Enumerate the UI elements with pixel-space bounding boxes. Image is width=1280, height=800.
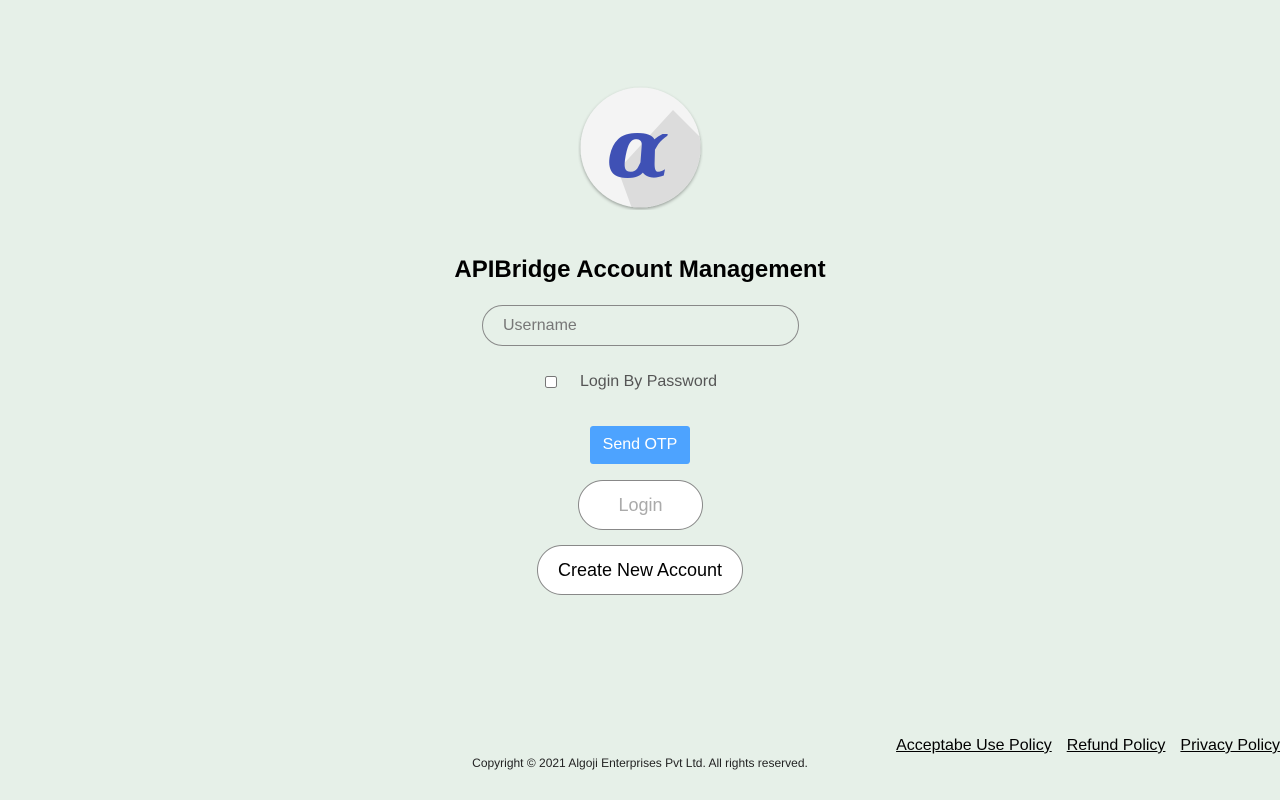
login-by-password-row: Login By Password (545, 371, 717, 393)
login-page: α APIBridge Account Management Login By … (0, 0, 1280, 800)
send-otp-button[interactable]: Send OTP (590, 426, 690, 464)
create-account-button[interactable]: Create New Account (537, 545, 743, 595)
refund-policy-link[interactable]: Refund Policy (1067, 737, 1166, 755)
login-button[interactable]: Login (578, 480, 703, 530)
page-title: APIBridge Account Management (454, 256, 826, 283)
svg-text:α: α (606, 101, 669, 197)
acceptable-use-policy-link[interactable]: Acceptabe Use Policy (896, 737, 1052, 755)
alpha-icon: α (580, 87, 701, 208)
copyright-text: Copyright © 2021 Algoji Enterprises Pvt … (472, 756, 808, 770)
username-input[interactable] (482, 305, 799, 346)
alpha-logo: α (578, 85, 703, 210)
login-by-password-label[interactable]: Login By Password (580, 373, 717, 391)
footer-links: Acceptabe Use Policy Refund Policy Priva… (896, 737, 1280, 755)
login-by-password-checkbox[interactable] (545, 376, 557, 388)
privacy-policy-link[interactable]: Privacy Policy (1180, 737, 1280, 755)
